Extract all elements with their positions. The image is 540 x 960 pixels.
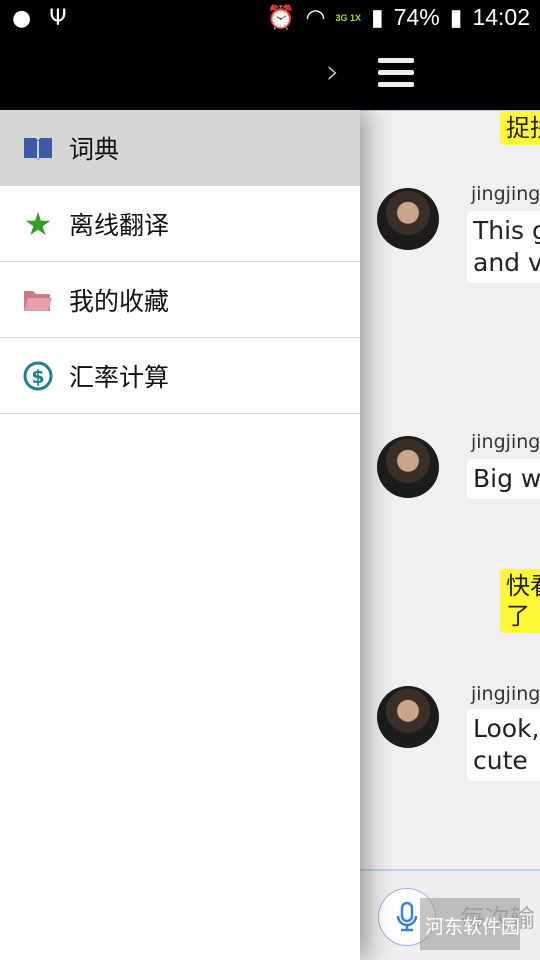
watermark: 河东软件园 xyxy=(420,898,520,950)
message-line: 了 xyxy=(506,602,530,630)
message-line: Look, xyxy=(473,714,540,743)
chat-panel: 捉拼 jingjing This gand ve jingjing Big w … xyxy=(360,110,540,960)
message-line: This g xyxy=(473,216,540,245)
svg-text:$: $ xyxy=(31,366,44,388)
usb-icon: Ψ xyxy=(49,6,67,31)
message-line: 快看 xyxy=(506,572,540,600)
sender-name: jingjing xyxy=(471,431,540,453)
android-icon: ● xyxy=(12,6,32,31)
microphone-icon xyxy=(396,901,418,932)
wifi-icon: ◠ xyxy=(305,4,326,30)
drawer-item-currency[interactable]: $ 汇率计算 xyxy=(0,338,360,414)
drawer-item-label: 我的收藏 xyxy=(69,286,170,316)
outgoing-message: 快看了 xyxy=(500,569,540,633)
drawer-item-offline-translate[interactable]: ★ 离线翻译 xyxy=(0,186,360,262)
battery-level: 74% xyxy=(393,4,440,30)
outgoing-message: 捉拼 xyxy=(500,111,540,145)
dollar-icon: $ xyxy=(22,360,54,392)
sender-name: jingjing xyxy=(471,183,540,205)
alarm-icon: ⏰ xyxy=(266,4,296,30)
drawer-item-label: 词典 xyxy=(69,134,120,164)
drawer-item-label: 汇率计算 xyxy=(69,362,170,392)
drawer-item-dictionary[interactable]: 词典 xyxy=(0,110,360,186)
star-icon: ★ xyxy=(23,204,53,243)
app-bar: › xyxy=(0,38,540,110)
message-line: Big w xyxy=(473,464,540,493)
network-type: 3G 1X xyxy=(335,12,362,23)
drawer-item-favorites[interactable]: 我的收藏 xyxy=(0,262,360,338)
status-bar: ● Ψ ⏰ ◠ 3G 1X ▮ 74% ▮ 14:02 xyxy=(0,0,540,38)
battery-charging-icon: ▮ xyxy=(449,4,463,30)
book-icon xyxy=(22,132,54,164)
message-line: and ve xyxy=(473,248,540,277)
avatar[interactable] xyxy=(377,188,439,250)
chevron-right-icon[interactable]: › xyxy=(326,52,340,92)
clock: 14:02 xyxy=(472,4,530,30)
sender-name: jingjing xyxy=(471,683,540,705)
hamburger-menu-icon[interactable] xyxy=(378,58,414,88)
drawer-item-label: 离线翻译 xyxy=(69,210,170,240)
avatar[interactable] xyxy=(377,686,439,748)
folder-icon xyxy=(22,284,54,316)
avatar[interactable] xyxy=(377,436,439,498)
message-line: cute xyxy=(473,746,528,775)
navigation-drawer: 词典 ★ 离线翻译 我的收藏 $ 汇率计算 xyxy=(0,110,360,960)
sim-icon: ▮ xyxy=(371,4,384,30)
